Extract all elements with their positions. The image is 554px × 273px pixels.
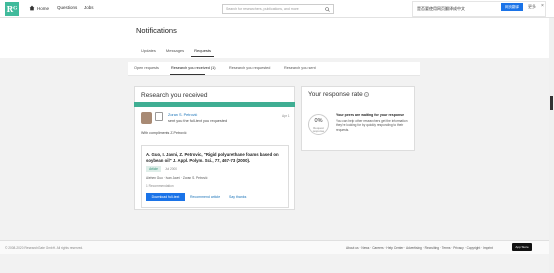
researchgate-logo[interactable]: Rᴳ — [5, 2, 19, 16]
home-icon — [29, 5, 35, 11]
response-rate-percent: 0% — [314, 118, 323, 124]
nav-jobs-label: Jobs — [84, 5, 94, 10]
translate-more-button[interactable]: 更多 — [528, 4, 536, 10]
article-title[interactable]: A. Guo, I. Javni, Z. Petrovic, "Rigid po… — [146, 152, 282, 163]
avatar[interactable] — [141, 112, 152, 124]
notifications-header — [0, 18, 549, 58]
page-title: Notifications — [136, 26, 177, 35]
response-rate-title: Your response rate — [308, 91, 363, 98]
translate-prompt-text: 是否要使用网页翻译成中文 — [417, 6, 465, 11]
document-icon — [155, 112, 163, 121]
active-subtab-indicator — [170, 74, 205, 75]
response-rate-description: You can help other researchers get the i… — [336, 119, 408, 132]
sender-name[interactable]: Zoran S. Petrović — [168, 113, 197, 117]
recommendation-count: 1 Recommendation — [146, 184, 174, 188]
close-icon[interactable]: × — [541, 3, 544, 9]
tab-messages[interactable]: Messages — [161, 47, 189, 57]
article-authors[interactable]: Aiehen Guo · Ivan Javni · Zoran S. Petro… — [146, 176, 207, 180]
footer-copyright: © 2008-2020 ResearchGate GmbH. All right… — [5, 246, 83, 250]
notification-date: Apr 1 — [282, 114, 290, 118]
translate-prompt: 是否要使用网页翻译成中文 — [412, 1, 546, 17]
nav-questions[interactable]: Questions — [57, 5, 77, 10]
nav-questions-label: Questions — [57, 5, 78, 10]
article-type-badge: Article — [146, 166, 161, 172]
scrollbar-track[interactable] — [549, 18, 554, 273]
nav-home[interactable]: Home — [29, 5, 49, 11]
translate-button[interactable]: 网页翻译 — [501, 3, 523, 11]
response-rate-heading: Your peers are waiting for your response — [336, 113, 405, 117]
app-store-badge[interactable]: App Store — [512, 243, 532, 251]
sender-message: With compliments Z.Petrović — [141, 131, 187, 135]
download-full-text-button[interactable]: Download full-text — [146, 193, 185, 201]
subtab-open-requests[interactable]: Open requests — [134, 66, 159, 70]
scrollbar-thumb[interactable] — [550, 96, 553, 110]
tab-requests[interactable]: Requests — [189, 47, 216, 57]
nav-jobs[interactable]: Jobs — [84, 5, 94, 10]
request-action-text: sent you the full-text you requested — [168, 119, 228, 123]
panel-accent-bar — [134, 102, 295, 107]
subtab-research-sent[interactable]: Research you sent — [284, 66, 316, 70]
notification-tabs: Updates Messages Requests — [136, 47, 216, 57]
search-placeholder: Search for researchers, publications, an… — [226, 7, 299, 11]
response-rate-label: Request response — [312, 126, 325, 134]
nav-home-label: Home — [37, 5, 50, 11]
footer-links[interactable]: About us · News · Careers · Help Center … — [346, 246, 493, 250]
article-date: Jul 2000 — [165, 167, 178, 171]
recommend-article-link[interactable]: Recommend article — [190, 195, 220, 199]
search-icon[interactable] — [325, 6, 330, 12]
tab-updates[interactable]: Updates — [136, 47, 161, 57]
say-thanks-link[interactable]: Say thanks — [229, 195, 246, 199]
research-received-title: Research you received — [141, 92, 208, 99]
help-icon[interactable]: ? — [364, 92, 369, 97]
search-input[interactable]: Search for researchers, publications, an… — [222, 4, 334, 14]
subtab-research-received[interactable]: Research you received (1) — [171, 66, 216, 70]
subtab-research-requested[interactable]: Research you requested — [229, 66, 270, 70]
